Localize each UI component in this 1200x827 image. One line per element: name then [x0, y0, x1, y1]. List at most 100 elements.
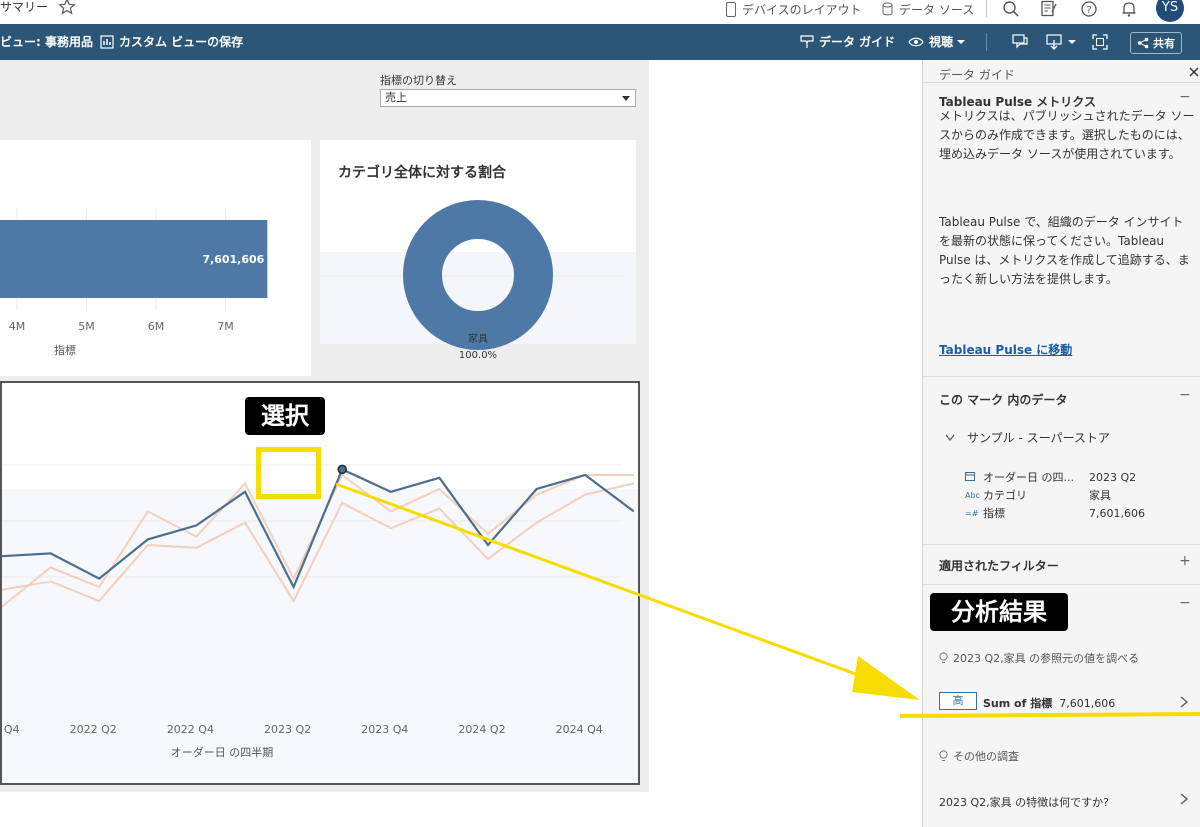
- mark-field-row: =# 指標 7,601,606: [965, 505, 1195, 521]
- line-chart-x-tick: 2022 Q4: [167, 723, 214, 736]
- svg-text:?: ?: [1086, 5, 1091, 16]
- explain-collapse-toggle[interactable]: −: [1179, 595, 1191, 611]
- calendar-icon: [965, 471, 983, 483]
- mark-field-row: オーダー日 の四... 2023 Q2: [965, 469, 1195, 485]
- question-link[interactable]: 2023 Q2,家具 の特徴は何ですか?: [939, 794, 1109, 810]
- bar-chart-panel: 7,601,606 3M4M5M6M7M 指標: [0, 140, 311, 376]
- filters-title: 適用されたフィルター: [939, 559, 1059, 573]
- mark-field-name: オーダー日 の四...: [983, 471, 1074, 484]
- share-button[interactable]: 共有: [1130, 32, 1182, 54]
- lightbulb-icon: [939, 750, 948, 761]
- measure-icon: =#: [965, 508, 979, 518]
- line-chart-x-tick: 2021 Q4: [2, 723, 20, 736]
- share-icon: [1137, 37, 1149, 49]
- explain-hint: 2023 Q2,家具 の参照元の値を調べる: [939, 650, 1139, 666]
- line-chart-panel: 2021 Q4 2022 Q2 2022 Q4 2023 Q2 2023 Q4 2024 …: [0, 381, 640, 789]
- line-chart-x-tick: 2023 Q4: [361, 723, 408, 736]
- download-menu-button[interactable]: [1046, 24, 1077, 60]
- bar-chart-x-tick: 4M: [9, 320, 26, 333]
- custom-view-icon: [100, 35, 114, 49]
- comments-button[interactable]: [1012, 24, 1033, 60]
- mark-field-value: 2023 Q2: [1089, 470, 1137, 484]
- chevron-down-icon: [957, 40, 966, 44]
- chevron-right-icon[interactable]: [1179, 793, 1189, 805]
- eye-icon: [908, 37, 924, 47]
- donut-chart[interactable]: 家具 100.0%: [320, 140, 636, 376]
- line-chart-x-tick: 2022 Q2: [70, 723, 117, 736]
- other-hint-text: その他の調査: [953, 750, 1019, 763]
- pulse-collapse-toggle[interactable]: −: [1179, 89, 1191, 105]
- chevron-right-icon[interactable]: [1179, 696, 1189, 708]
- bar-chart-x-tick: 5M: [78, 320, 95, 333]
- device-layout-button[interactable]: デバイスのレイアウト: [726, 0, 862, 18]
- mark-data-collapse-toggle[interactable]: −: [1179, 387, 1191, 403]
- donut-data-label: 家具: [468, 332, 488, 345]
- document-edit-icon[interactable]: [1040, 0, 1058, 18]
- toolbar-divider: [986, 33, 987, 51]
- metric-switch-value: 売上: [385, 91, 407, 104]
- select-callout: 選択: [245, 397, 325, 435]
- data-source-label: データ ソース: [899, 2, 975, 17]
- save-custom-view-button[interactable]: カスタム ビューの保存: [100, 24, 243, 60]
- mark-field-value: 家具: [1089, 489, 1111, 502]
- data-source-row[interactable]: サンプル - スーパーストア: [945, 429, 1110, 446]
- donut-data-label: 100.0%: [459, 350, 497, 361]
- metric-switch-label: 指標の切り替え: [380, 74, 457, 87]
- watch-label: 視聴: [929, 35, 954, 49]
- pulse-section: Tableau Pulse メトリクス − メトリクスは、パブリッシュされたデー…: [923, 82, 1200, 376]
- line-chart-band: [2, 489, 638, 789]
- watch-menu-button[interactable]: 視聴: [908, 24, 966, 60]
- bar-chart[interactable]: 7,601,606 3M4M5M6M7M 指標: [0, 140, 311, 376]
- mark-field-name: 指標: [983, 507, 1005, 520]
- data-guide-icon: [800, 35, 814, 48]
- line-chart-x-tick: 2024 Q2: [458, 723, 505, 736]
- search-icon[interactable]: [1002, 0, 1020, 18]
- line-chart-x-tick: 2024 Q4: [556, 723, 603, 736]
- high-badge: 高: [939, 692, 977, 710]
- bar-data-label: 7,601,606: [202, 253, 264, 266]
- insight-row[interactable]: Sum of 指標 7,601,606: [983, 695, 1115, 711]
- device-layout-label: デバイスのレイアウト: [742, 2, 862, 17]
- share-label: 共有: [1153, 37, 1175, 50]
- pulse-link[interactable]: Tableau Pulse に移動: [939, 341, 1072, 358]
- comment-icon: [1012, 34, 1028, 49]
- database-icon: [882, 2, 893, 16]
- workbook-title: サマリー: [0, 0, 49, 14]
- dropdown-caret-icon: [622, 96, 630, 101]
- line-chart-x-tick: 2023 Q2: [264, 723, 311, 736]
- data-source-name: サンプル - スーパーストア: [967, 431, 1110, 445]
- other-hint: その他の調査: [939, 748, 1019, 764]
- download-icon: [1046, 34, 1062, 50]
- mark-data-title: この マーク 内のデータ: [939, 393, 1068, 407]
- mark-field-value: 7,601,606: [1089, 506, 1145, 520]
- line-chart[interactable]: 2021 Q4 2022 Q2 2022 Q4 2023 Q2 2023 Q4 2024 …: [0, 383, 638, 789]
- metric-switch-dropdown[interactable]: 売上: [380, 89, 636, 107]
- close-icon[interactable]: [1188, 66, 1200, 78]
- device-icon: [726, 1, 736, 17]
- data-guide-button[interactable]: データ ガイド: [800, 24, 895, 60]
- mark-field-name: カテゴリ: [983, 489, 1027, 502]
- fullscreen-icon: [1092, 34, 1108, 50]
- filters-section: 適用されたフィルター +: [923, 544, 1200, 584]
- view-label: ビュー: 事務用品: [0, 35, 93, 49]
- selection-highlight-box: [256, 447, 321, 499]
- mark-data-section: この マーク 内のデータ − サンプル - スーパーストア オーダー日 の四..…: [923, 376, 1200, 544]
- result-callout: 分析結果: [930, 593, 1068, 631]
- lightbulb-icon: [939, 652, 948, 663]
- topbar-divider: [986, 0, 987, 17]
- notification-bell-icon[interactable]: [1120, 0, 1138, 18]
- data-source-button[interactable]: データ ソース: [882, 0, 974, 18]
- abc-icon: Abc: [965, 490, 980, 500]
- explain-hint-text: 2023 Q2,家具 の参照元の値を調べる: [953, 652, 1140, 665]
- user-avatar[interactable]: YS: [1156, 0, 1184, 22]
- data-guide-panel: データ ガイド Tableau Pulse メトリクス − メトリクスは、パブリ…: [922, 60, 1200, 827]
- save-custom-view-label: カスタム ビューの保存: [119, 35, 244, 49]
- fullscreen-button[interactable]: [1092, 24, 1113, 60]
- favorite-star-icon[interactable]: [58, 0, 76, 16]
- mark-field-row: Abc カテゴリ 家具: [965, 487, 1195, 503]
- chevron-down-icon: [1068, 40, 1076, 44]
- bar-chart-x-tick: 6M: [148, 320, 165, 333]
- help-icon[interactable]: ?: [1080, 0, 1098, 18]
- view-selector[interactable]: ビュー: 事務用品: [0, 24, 93, 60]
- filters-expand-toggle[interactable]: +: [1179, 553, 1191, 569]
